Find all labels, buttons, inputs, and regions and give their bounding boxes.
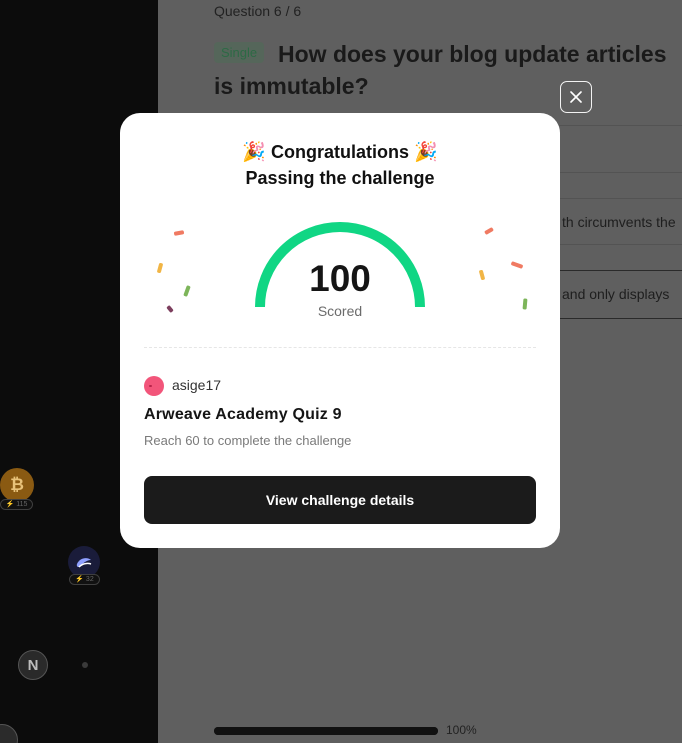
divider xyxy=(144,347,536,348)
modal-title: 🎉 Congratulations 🎉 xyxy=(120,140,560,164)
option-text[interactable]: th circumvents the xyxy=(562,214,676,230)
near-symbol: N xyxy=(27,656,39,674)
close-icon xyxy=(570,91,582,103)
near-icon[interactable]: N xyxy=(18,650,48,680)
question-text: How does your blog update articles is im… xyxy=(214,38,682,102)
sui-badge: ⚡ 32 xyxy=(69,574,100,585)
question-line-1: How does your blog update articles xyxy=(278,41,667,67)
modal-subtitle: Passing the challenge xyxy=(245,168,435,188)
progress-fill xyxy=(214,727,438,735)
bitcoin-badge: ⚡ 115 xyxy=(0,499,33,510)
indicator-dot xyxy=(82,662,88,668)
bitcoin-symbol: ₿ xyxy=(10,475,24,494)
option-text[interactable]: and only displays xyxy=(562,286,669,302)
party-popper-icon: 🎉 xyxy=(414,142,438,163)
question-counter: Question 6 / 6 xyxy=(214,3,302,19)
quiz-name: Arweave Academy Quiz 9 xyxy=(144,406,342,423)
view-challenge-details-button[interactable]: View challenge details xyxy=(144,476,536,524)
score-value: 100 xyxy=(309,258,371,299)
coin-icon[interactable] xyxy=(0,724,18,743)
confetti-piece xyxy=(484,227,494,235)
requirement-text: Reach 60 to complete the challenge xyxy=(144,433,352,448)
score-label: Scored xyxy=(317,303,363,319)
progress-label: 100% xyxy=(446,723,477,737)
question-line-2: is immutable? xyxy=(214,73,369,99)
result-modal: 🎉 Congratulations 🎉 Passing the challeng… xyxy=(120,113,560,548)
sui-drop-icon xyxy=(76,558,92,568)
modal-title-text: Congratulations xyxy=(271,142,409,162)
bitcoin-icon[interactable]: ₿ xyxy=(0,468,34,502)
confetti-piece xyxy=(173,230,185,236)
party-popper-icon: 🎉 xyxy=(242,142,266,163)
progress-bar xyxy=(214,727,438,735)
close-button[interactable] xyxy=(560,81,592,113)
author-name[interactable]: asige17 xyxy=(172,377,221,393)
avatar[interactable] xyxy=(144,376,164,396)
